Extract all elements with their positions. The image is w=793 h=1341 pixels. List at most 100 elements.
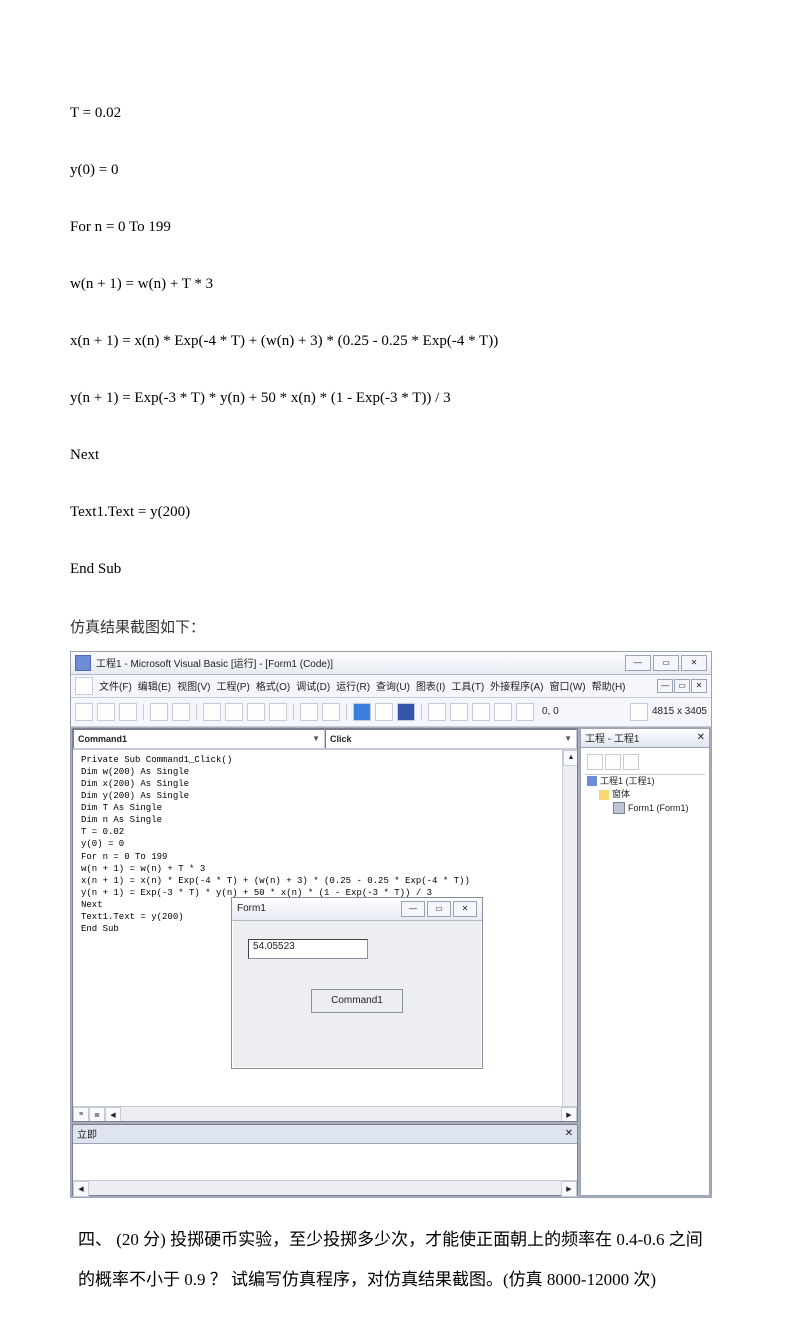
proc-view-icon[interactable]: ≡ xyxy=(73,1107,89,1122)
code-line: For n = 0 To 199 xyxy=(70,213,723,242)
text1-field[interactable]: 54.05523 xyxy=(248,939,368,959)
menu-diagram[interactable]: 图表(I) xyxy=(416,678,445,693)
code-listing: T = 0.02 y(0) = 0 For n = 0 To 199 w(n +… xyxy=(70,70,723,612)
properties-icon[interactable] xyxy=(450,703,468,721)
form-maximize-button[interactable]: ▭ xyxy=(427,901,451,917)
object-dropdown-value: Command1 xyxy=(78,734,127,744)
form-minimize-button[interactable]: — xyxy=(401,901,425,917)
doc-icon xyxy=(75,677,93,695)
vertical-scrollbar[interactable]: ▲ xyxy=(562,750,577,1106)
command1-button[interactable]: Command1 xyxy=(311,989,403,1013)
cut-icon[interactable] xyxy=(203,703,221,721)
procedure-dropdown-value: Click xyxy=(330,734,352,744)
object-browser-icon[interactable] xyxy=(494,703,512,721)
project-explorer-icon[interactable] xyxy=(428,703,446,721)
form-title: Form1 xyxy=(237,903,401,914)
menu-help[interactable]: 帮助(H) xyxy=(592,678,626,693)
procedure-dropdown[interactable]: Click ▼ xyxy=(325,729,577,749)
code-line: Next xyxy=(70,441,723,470)
find-icon[interactable] xyxy=(269,703,287,721)
close-button[interactable]: ✕ xyxy=(681,655,707,671)
immediate-window: 立即 ✕ ◀ ▶ xyxy=(72,1124,578,1196)
toolbox-icon[interactable] xyxy=(516,703,534,721)
menu-file[interactable]: 文件(F) xyxy=(99,678,132,693)
start-icon[interactable] xyxy=(353,703,371,721)
screenshot-caption: 仿真结果截图如下： xyxy=(70,616,723,637)
menu-window[interactable]: 窗口(W) xyxy=(550,678,586,693)
menu-tools[interactable]: 工具(T) xyxy=(451,678,484,693)
paste-icon[interactable] xyxy=(247,703,265,721)
menu-debug[interactable]: 调试(D) xyxy=(296,678,330,693)
close-icon[interactable]: ✕ xyxy=(697,732,705,743)
chevron-down-icon: ▼ xyxy=(312,734,320,743)
scroll-right-icon[interactable]: ▶ xyxy=(561,1107,577,1122)
window-titlebar: 工程1 - Microsoft Visual Basic [运行] - [For… xyxy=(71,652,711,675)
mdi-restore-button[interactable]: ▭ xyxy=(674,679,690,693)
menu-editor-icon[interactable] xyxy=(119,703,137,721)
mdi-minimize-button[interactable]: — xyxy=(657,679,673,693)
dims-icon xyxy=(630,703,648,721)
view-object-icon[interactable] xyxy=(605,754,621,770)
dims-readout: 4815 x 3405 xyxy=(652,706,707,717)
code-line: End Sub xyxy=(70,555,723,584)
copy-icon[interactable] xyxy=(225,703,243,721)
work-area: Command1 ▼ Click ▼ Private Sub Command1_… xyxy=(71,727,711,1197)
tree-project[interactable]: 工程1 (工程1) xyxy=(585,775,705,789)
immediate-body[interactable] xyxy=(73,1144,577,1180)
menu-view[interactable]: 视图(V) xyxy=(177,678,210,693)
add-project-icon[interactable] xyxy=(75,703,93,721)
main-toolbar: 0, 0 4815 x 3405 xyxy=(71,698,711,727)
close-icon[interactable]: ✕ xyxy=(565,1128,573,1139)
object-dropdown[interactable]: Command1 ▼ xyxy=(73,729,325,749)
scroll-left-icon[interactable]: ◀ xyxy=(105,1107,121,1122)
code-line: T = 0.02 xyxy=(70,99,723,128)
form-close-button[interactable]: ✕ xyxy=(453,901,477,917)
add-form-icon[interactable] xyxy=(97,703,115,721)
save-icon[interactable] xyxy=(172,703,190,721)
code-line: x(n + 1) = x(n) * Exp(-4 * T) + (w(n) + … xyxy=(70,327,723,356)
undo-icon[interactable] xyxy=(300,703,318,721)
immediate-title: 立即 xyxy=(77,1126,97,1141)
open-icon[interactable] xyxy=(150,703,168,721)
menu-project[interactable]: 工程(P) xyxy=(216,678,249,693)
folder-icon xyxy=(599,790,609,800)
menu-edit[interactable]: 编辑(E) xyxy=(138,678,171,693)
toggle-folders-icon[interactable] xyxy=(623,754,639,770)
project-icon xyxy=(587,776,597,786)
menu-format[interactable]: 格式(O) xyxy=(256,678,290,693)
menu-run[interactable]: 运行(R) xyxy=(336,678,370,693)
break-icon[interactable] xyxy=(375,703,393,721)
tree-form1[interactable]: Form1 (Form1) xyxy=(585,802,705,816)
question-four: 四、 (20 分) 投掷硬币实验，至少投掷多少次，才能使正面朝上的频率在 0.4… xyxy=(70,1220,723,1302)
app-icon xyxy=(75,655,91,671)
code-line: y(n + 1) = Exp(-3 * T) * y(n) + 50 * x(n… xyxy=(70,384,723,413)
scroll-up-icon[interactable]: ▲ xyxy=(563,750,577,766)
code-line: y(0) = 0 xyxy=(70,156,723,185)
full-view-icon[interactable]: ≣ xyxy=(89,1107,105,1122)
window-title: 工程1 - Microsoft Visual Basic [运行] - [For… xyxy=(96,655,625,670)
minimize-button[interactable]: — xyxy=(625,655,651,671)
project-explorer: 工程 - 工程1 ✕ 工程1 (工程1) 窗体 xyxy=(580,728,710,1196)
horizontal-scrollbar[interactable]: ≡ ≣ ◀ ▶ xyxy=(73,1106,577,1121)
chevron-down-icon: ▼ xyxy=(564,734,572,743)
project-panel-title: 工程 - 工程1 xyxy=(585,730,639,745)
view-code-icon[interactable] xyxy=(587,754,603,770)
vb-screenshot: 工程1 - Microsoft Visual Basic [运行] - [For… xyxy=(70,651,712,1198)
menu-addins[interactable]: 外接程序(A) xyxy=(490,678,543,693)
mdi-close-button[interactable]: ✕ xyxy=(691,679,707,693)
form-layout-icon[interactable] xyxy=(472,703,490,721)
scroll-right-icon[interactable]: ▶ xyxy=(561,1181,577,1197)
end-icon[interactable] xyxy=(397,703,415,721)
code-window: Command1 ▼ Click ▼ Private Sub Command1_… xyxy=(72,728,578,1122)
runtime-form: Form1 — ▭ ✕ 54.05523 Command1 xyxy=(231,897,483,1069)
immediate-hscroll[interactable]: ◀ ▶ xyxy=(73,1180,577,1195)
menubar: 文件(F) 编辑(E) 视图(V) 工程(P) 格式(O) 调试(D) 运行(R… xyxy=(71,675,711,698)
maximize-button[interactable]: ▭ xyxy=(653,655,679,671)
code-line: w(n + 1) = w(n) + T * 3 xyxy=(70,270,723,299)
menu-query[interactable]: 查询(U) xyxy=(376,678,410,693)
scroll-left-icon[interactable]: ◀ xyxy=(73,1181,89,1197)
coord-readout: 0, 0 xyxy=(542,706,559,717)
redo-icon[interactable] xyxy=(322,703,340,721)
tree-folder-forms[interactable]: 窗体 xyxy=(585,788,705,802)
code-line: Text1.Text = y(200) xyxy=(70,498,723,527)
